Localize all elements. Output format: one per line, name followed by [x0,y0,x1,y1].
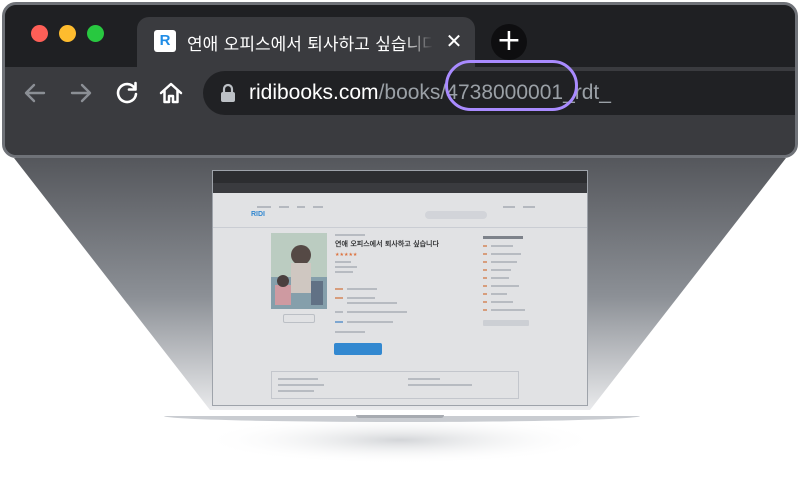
chrome-bottom-panel [5,121,795,155]
new-tab-button[interactable]: + [491,24,527,60]
url-path-prefix: /books/ [378,81,447,104]
maximize-window-button[interactable] [87,25,104,42]
mini-urlbar [213,183,587,193]
close-tab-icon[interactable]: ✕ [443,29,465,53]
laptop-notch [356,415,444,418]
browser-window: R 연애 오피스에서 퇴사하고 싶습니다 - 리디 ✕ + ridibooks.… [2,2,798,158]
mini-titlebar [213,171,587,183]
forward-arrow-icon[interactable] [67,79,95,107]
home-icon[interactable] [157,79,185,107]
back-arrow-icon[interactable] [21,79,49,107]
ridi-favicon-icon: R [154,30,176,52]
close-window-button[interactable] [31,25,48,42]
book-id-highlight-ring [445,60,578,111]
tab-active[interactable]: R 연애 오피스에서 퇴사하고 싶습니다 - 리디 ✕ [137,17,475,67]
navigation-toolbar: ridibooks.com/books/4738000001_rdt_ [5,67,795,121]
mini-page-dim-overlay [213,193,587,405]
tab-title: 연애 오피스에서 퇴사하고 싶습니다 - 리디 [187,35,433,54]
mini-book-page: RIDI 연애 오피스에서 퇴사하고 싶습니다 ★★★★★ [213,193,587,405]
tab-strip: R 연애 오피스에서 퇴사하고 싶습니다 - 리디 ✕ + [5,5,795,67]
reload-icon[interactable] [113,79,141,107]
url-domain: ridibooks.com [249,81,379,104]
minimize-window-button[interactable] [59,25,76,42]
lock-icon [221,83,235,102]
laptop-screen-preview: RIDI 연애 오피스에서 퇴사하고 싶습니다 ★★★★★ [212,170,588,406]
